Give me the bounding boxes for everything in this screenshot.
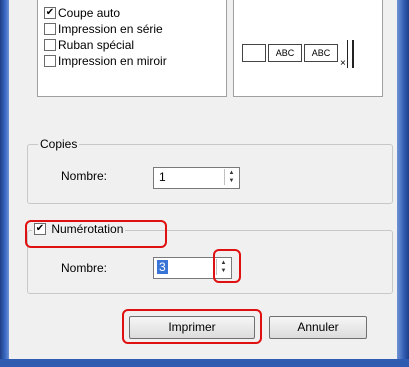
option-mirror-print[interactable]: Impression en miroir xyxy=(44,53,167,69)
numbering-value[interactable]: 3 xyxy=(157,260,168,274)
copies-group: Copies Nombre: 1 ▲ ▼ xyxy=(27,137,393,204)
preview-label-2: ABC xyxy=(304,44,338,62)
tape-end-icon xyxy=(347,40,354,68)
serial-print-checkbox[interactable] xyxy=(44,22,56,35)
mirror-print-checkbox[interactable] xyxy=(44,54,56,67)
print-dialog: ✔ Coupe auto Impression en série Ruban sp… xyxy=(9,0,397,359)
option-auto-cut[interactable]: ✔ Coupe auto xyxy=(44,5,120,21)
highlight-numbering xyxy=(25,220,167,248)
window-frame-right xyxy=(397,0,409,367)
special-tape-checkbox[interactable] xyxy=(44,38,56,51)
copies-number-label: Nombre: xyxy=(61,169,108,183)
preview-label-1: ABC xyxy=(268,44,302,62)
option-label: Impression en série xyxy=(58,22,163,36)
copies-legend: Copies xyxy=(38,137,80,151)
spin-down-icon[interactable]: ▼ xyxy=(225,177,238,185)
options-list: ✔ Coupe auto Impression en série Ruban sp… xyxy=(37,0,227,97)
copies-value[interactable]: 1 xyxy=(159,170,166,184)
window-frame-bottom xyxy=(0,359,409,367)
option-serial-print[interactable]: Impression en série xyxy=(44,21,163,37)
copies-spinbox[interactable]: 1 ▲ ▼ xyxy=(153,167,240,189)
cut-mark-icon: × xyxy=(340,58,346,69)
preview-blank-segment xyxy=(242,44,266,62)
window-frame-left xyxy=(0,0,9,367)
option-special-tape[interactable]: Ruban spécial xyxy=(44,37,134,53)
cancel-button[interactable]: Annuler xyxy=(269,316,367,339)
highlight-spin-buttons xyxy=(213,249,241,283)
copies-spin-buttons[interactable]: ▲ ▼ xyxy=(224,169,238,185)
spin-up-icon[interactable]: ▲ xyxy=(225,169,238,177)
option-label: Impression en miroir xyxy=(58,54,167,68)
highlight-print-button xyxy=(122,309,262,344)
option-label: Ruban spécial xyxy=(58,38,135,52)
numbering-number-label: Nombre: xyxy=(61,261,108,275)
auto-cut-checkbox[interactable]: ✔ xyxy=(44,6,56,19)
tape-preview: ABC ABC × xyxy=(233,0,383,97)
option-label: Coupe auto xyxy=(58,6,121,20)
